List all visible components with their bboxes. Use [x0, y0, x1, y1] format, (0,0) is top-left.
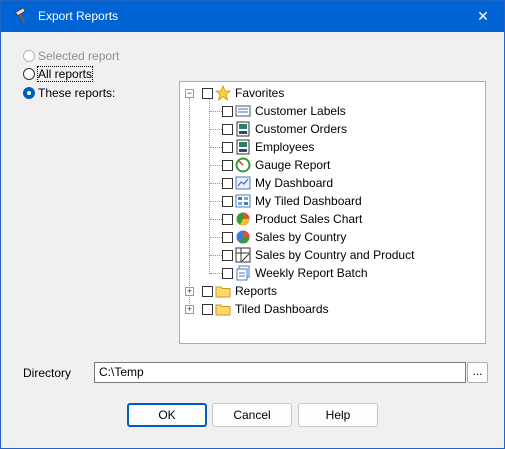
item-checkbox[interactable]	[222, 195, 233, 207]
item-label: My Dashboard	[255, 176, 334, 190]
close-button[interactable]: ✕	[462, 1, 504, 32]
pie-chart-icon	[236, 212, 250, 226]
dashboard-icon	[235, 176, 251, 190]
item-checkbox[interactable]	[222, 249, 233, 261]
tree-item-sales-by-country[interactable]: Sales by Country	[222, 228, 346, 246]
item-label: Customer Labels	[255, 104, 346, 118]
export-reports-dialog: Export Reports ✕ Selected report All rep…	[0, 0, 505, 449]
tree-node-favorites[interactable]: Favorites	[202, 84, 284, 102]
favorites-label: Favorites	[235, 86, 285, 100]
tiled-dashboards-checkbox[interactable]	[202, 303, 213, 315]
radio-circle	[23, 50, 35, 62]
reports-label: Reports	[235, 284, 278, 298]
report-tree[interactable]: − Favorites Customer Labels Customer Ord…	[179, 81, 486, 344]
radio-circle	[23, 87, 35, 99]
star-icon	[215, 85, 231, 101]
directory-label: Directory	[23, 366, 72, 380]
pie-chart-icon	[236, 230, 250, 244]
item-label: My Tiled Dashboard	[255, 194, 362, 208]
item-checkbox[interactable]	[222, 231, 233, 243]
item-checkbox[interactable]	[222, 267, 233, 279]
folder-icon	[215, 286, 231, 298]
tree-node-reports[interactable]: Reports	[202, 282, 277, 300]
tree-item-employees[interactable]: Employees	[222, 138, 314, 156]
item-checkbox[interactable]	[222, 177, 233, 189]
tree-item-weekly-report-batch[interactable]: Weekly Report Batch	[222, 264, 368, 282]
tree-item-my-dashboard[interactable]: My Dashboard	[222, 174, 333, 192]
item-checkbox[interactable]	[222, 141, 233, 153]
item-label: Customer Orders	[255, 122, 348, 136]
cancel-button-label: Cancel	[233, 408, 271, 422]
item-checkbox[interactable]	[222, 213, 233, 225]
folder-icon	[215, 304, 231, 316]
item-label: Product Sales Chart	[255, 212, 363, 226]
favorites-checkbox[interactable]	[202, 87, 213, 99]
close-icon: ✕	[477, 8, 489, 24]
radio-all-reports-label: All reports	[36, 66, 94, 82]
gauge-icon	[235, 157, 251, 173]
tree-item-gauge-report[interactable]: Gauge Report	[222, 156, 330, 174]
tree-item-customer-orders[interactable]: Customer Orders	[222, 120, 347, 138]
batch-icon	[236, 265, 250, 281]
tiled-dashboard-icon	[235, 194, 251, 208]
browse-button[interactable]: ...	[467, 362, 488, 383]
collapse-favorites-toggle[interactable]: −	[185, 89, 194, 98]
tiled-dashboards-label: Tiled Dashboards	[235, 302, 329, 316]
tree-item-my-tiled-dashboard[interactable]: My Tiled Dashboard	[222, 192, 362, 210]
radio-these-reports[interactable]: These reports:	[23, 86, 115, 100]
item-label: Sales by Country and Product	[255, 248, 415, 262]
reports-checkbox[interactable]	[202, 285, 213, 297]
help-button[interactable]: Help	[298, 403, 378, 427]
radio-all-reports[interactable]: All reports	[23, 66, 94, 82]
directory-input[interactable]: C:\Temp	[94, 362, 466, 383]
title-bar: Export Reports ✕	[1, 1, 504, 32]
tree-item-customer-labels[interactable]: Customer Labels	[222, 102, 346, 120]
tools-hammer-icon	[14, 8, 26, 23]
item-label: Sales by Country	[255, 230, 347, 244]
cancel-button[interactable]: Cancel	[212, 403, 292, 427]
item-checkbox[interactable]	[222, 159, 233, 171]
item-label: Employees	[255, 140, 315, 154]
radio-circle	[23, 68, 35, 80]
item-checkbox[interactable]	[222, 123, 233, 135]
radio-selected-report-label: Selected report	[38, 49, 120, 63]
expand-reports-toggle[interactable]: +	[185, 287, 194, 296]
item-label: Weekly Report Batch	[255, 266, 368, 280]
labels-report-icon	[235, 105, 251, 117]
ok-button-label: OK	[158, 408, 176, 422]
expand-tiled-dashboards-toggle[interactable]: +	[185, 305, 194, 314]
report-icon	[236, 139, 250, 155]
radio-selected-report[interactable]: Selected report	[23, 49, 119, 63]
tree-node-tiled-dashboards[interactable]: Tiled Dashboards	[202, 300, 329, 318]
help-button-label: Help	[325, 408, 351, 422]
item-label: Gauge Report	[255, 158, 331, 172]
report-icon	[236, 121, 250, 137]
ok-button[interactable]: OK	[127, 403, 207, 427]
item-checkbox[interactable]	[222, 105, 233, 117]
window-title: Export Reports	[38, 9, 119, 23]
tree-item-sales-by-country-and-product[interactable]: Sales by Country and Product	[222, 246, 414, 264]
crosstab-icon	[235, 247, 251, 263]
tree-item-product-sales-chart[interactable]: Product Sales Chart	[222, 210, 362, 228]
radio-these-reports-label: These reports:	[38, 86, 116, 100]
